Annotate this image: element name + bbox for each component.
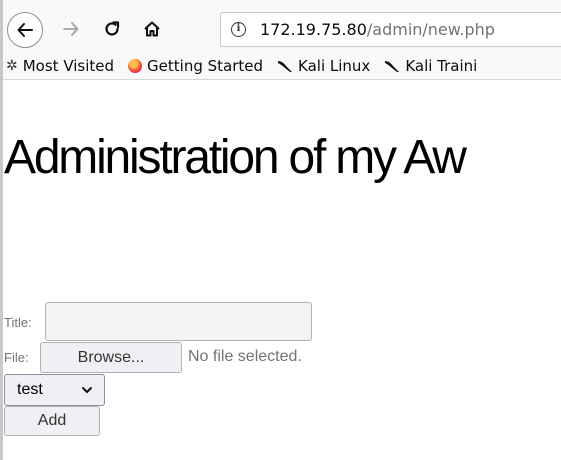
file-status-text: No file selected.	[188, 348, 302, 365]
bookmark-label: Getting Started	[147, 56, 264, 75]
window-border	[0, 0, 3, 460]
bookmark-kali-training[interactable]: Kali Traini	[384, 57, 477, 75]
bookmarks-toolbar: ✲ Most Visited Getting Started Kali Linu…	[0, 52, 561, 80]
browse-button[interactable]: Browse...	[40, 342, 182, 373]
gear-icon: ✲	[6, 57, 18, 74]
home-button[interactable]	[137, 14, 167, 44]
bookmark-label: Most Visited	[22, 56, 115, 75]
home-icon	[144, 21, 160, 37]
back-arrow-icon	[17, 23, 33, 37]
bookmark-getting-started[interactable]: Getting Started	[128, 57, 263, 75]
forward-arrow-icon	[63, 22, 79, 36]
reload-icon	[105, 21, 120, 36]
bookmark-most-visited[interactable]: ✲ Most Visited	[6, 57, 114, 75]
firefox-icon	[128, 58, 143, 73]
title-label: Title:	[4, 315, 32, 330]
address-bar[interactable]: i 172.19.75.80/admin/new.php	[220, 12, 561, 47]
file-label: File:	[4, 350, 29, 365]
back-button[interactable]	[7, 12, 43, 48]
forward-button[interactable]	[56, 14, 86, 44]
page-title: Administration of my Aw	[4, 131, 467, 184]
bookmark-label: Kali Traini	[405, 56, 478, 75]
add-button[interactable]: Add	[4, 406, 100, 436]
chevron-down-icon	[82, 387, 92, 393]
kali-dragon-icon	[278, 60, 293, 72]
site-info-icon[interactable]: i	[231, 22, 246, 37]
bookmark-kali-linux[interactable]: Kali Linux	[277, 57, 370, 75]
browser-toolbar: i 172.19.75.80/admin/new.php	[0, 0, 561, 52]
bookmark-label: Kali Linux	[298, 56, 371, 75]
select-value: test	[17, 381, 43, 398]
title-input[interactable]	[45, 302, 312, 341]
url-path: /admin/new.php	[366, 20, 495, 39]
category-select[interactable]: test	[4, 374, 105, 406]
url-host: 172.19.75.80	[260, 20, 367, 39]
kali-dragon-icon	[385, 60, 400, 72]
reload-button[interactable]	[97, 14, 127, 44]
